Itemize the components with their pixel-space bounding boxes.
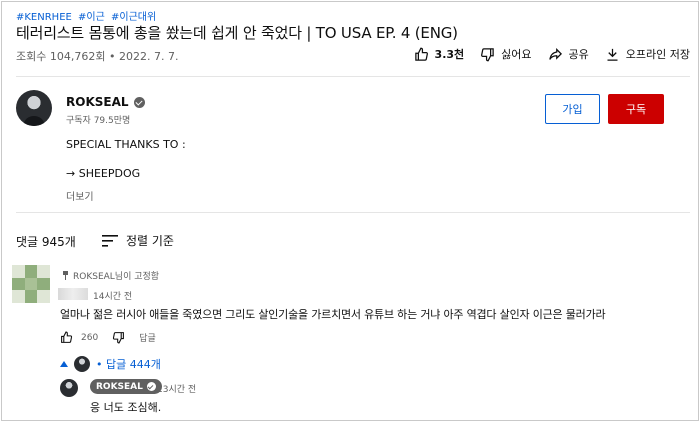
- thumbs-down-icon[interactable]: [112, 331, 125, 344]
- upload-date: 2022. 7. 7.: [118, 50, 179, 63]
- subscriber-count: 구독자 79.5만명: [66, 116, 131, 126]
- sort-button[interactable]: 정렬 기준: [102, 232, 174, 249]
- description-line: SPECIAL THANKS TO :: [66, 138, 186, 151]
- comment-time[interactable]: 14시간 전: [93, 289, 132, 302]
- video-actions: 3.3천 싫어요 공유 오프라인 저장: [398, 46, 690, 62]
- view-replies-button[interactable]: • 답글 444개: [60, 356, 161, 372]
- dislike-label: 싫어요: [501, 48, 532, 61]
- channel-name-text: ROKSEAL: [66, 95, 129, 109]
- meta-separator: •: [108, 50, 119, 63]
- pinned-badge: ROKSEAL님이 고정함: [62, 269, 159, 282]
- thumbs-down-icon: [481, 47, 494, 61]
- download-label: 오프라인 저장: [625, 48, 690, 61]
- divider: [16, 212, 690, 213]
- sort-label: 정렬 기준: [126, 234, 174, 248]
- share-button[interactable]: 공유: [548, 46, 589, 62]
- like-button[interactable]: 3.3천: [414, 46, 465, 62]
- download-icon: [607, 48, 618, 61]
- commenter-avatar[interactable]: [12, 265, 50, 303]
- reply-text: 응 너도 조심해.: [90, 401, 162, 414]
- comment-actions: 260 답글: [60, 331, 156, 344]
- sort-icon: [102, 234, 118, 247]
- creator-avatar: [74, 356, 90, 372]
- show-more-button[interactable]: 더보기: [66, 188, 94, 203]
- thumbs-up-icon[interactable]: [60, 331, 73, 344]
- comment-text: 얼마나 젊은 러시아 애들을 죽였으면 그리도 살인기술을 가르치면서 유튜브 …: [60, 308, 606, 321]
- verified-check-icon: [133, 96, 145, 108]
- reply-time[interactable]: 13시간 전: [157, 382, 196, 395]
- like-count: 3.3천: [434, 48, 465, 61]
- divider: [16, 76, 690, 77]
- dislike-button[interactable]: 싫어요: [480, 46, 532, 62]
- collapse-arrow-icon: [60, 361, 68, 367]
- reply-author-avatar[interactable]: [60, 379, 78, 397]
- reply-author-name: ROKSEAL: [96, 381, 143, 392]
- download-button[interactable]: 오프라인 저장: [605, 46, 690, 62]
- hashtag-row: #KENRHEE #이근 #이근대위: [16, 8, 159, 23]
- video-page: #KENRHEE #이근 #이근대위 테러리스트 몸통에 총을 쐈는데 쉽게 안…: [1, 1, 699, 421]
- video-title: 테러리스트 몸통에 총을 쐈는데 쉽게 안 죽었다 | TO USA EP. 4…: [16, 24, 458, 42]
- join-button[interactable]: 가입: [545, 94, 600, 124]
- pinned-label: ROKSEAL님이 고정함: [73, 272, 160, 282]
- thumbs-up-icon: [414, 47, 428, 61]
- comment-like-count: 260: [81, 332, 99, 343]
- channel-name[interactable]: ROKSEAL: [66, 95, 145, 109]
- view-count: 조회수 104,762회: [16, 50, 106, 63]
- replies-count: • 답글 444개: [96, 358, 161, 371]
- subscribe-button[interactable]: 구독: [608, 94, 664, 124]
- pin-icon: [62, 271, 69, 280]
- share-icon: [548, 47, 562, 60]
- video-meta: 조회수 104,762회 • 2022. 7. 7.: [16, 48, 178, 64]
- share-label: 공유: [568, 48, 589, 61]
- creator-name-chip[interactable]: ROKSEAL: [90, 379, 162, 394]
- description-line: → SHEEPDOG: [66, 167, 141, 180]
- comment-count: 댓글 945개: [16, 235, 76, 249]
- verified-check-icon: [146, 382, 156, 391]
- channel-avatar[interactable]: [16, 90, 52, 126]
- reply-button[interactable]: 답글: [139, 331, 156, 344]
- commenter-name-blurred[interactable]: [58, 288, 88, 300]
